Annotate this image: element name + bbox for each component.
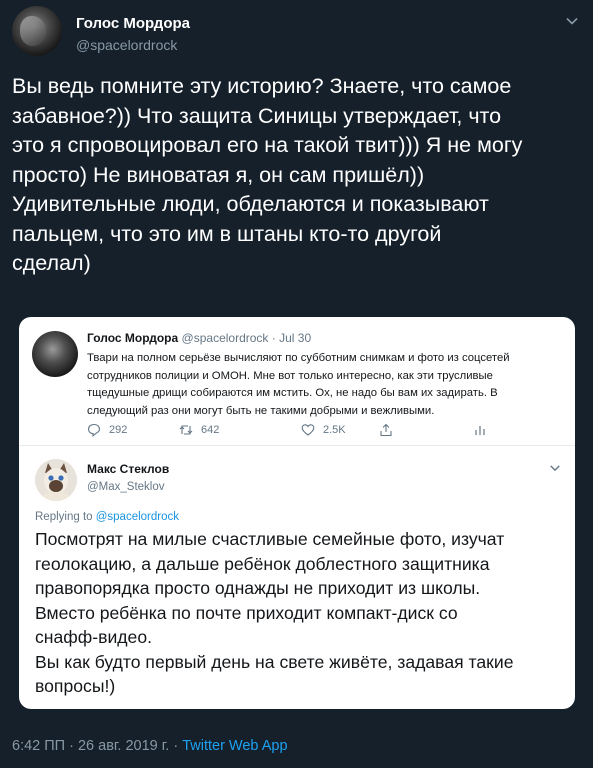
share-button[interactable] (379, 423, 393, 437)
chevron-down-icon[interactable] (565, 14, 579, 28)
author-handle[interactable]: @spacelordrock (76, 37, 177, 53)
tweet-header: Голос Мордора @spacelordrock (12, 6, 581, 62)
like-count: 2.5K (323, 424, 346, 436)
quoted-author-meta: @spacelordrock · Jul 30 (181, 331, 312, 345)
quoted-tweet-text: Твари на полном серьёзе вычисляют по суб… (87, 352, 510, 417)
analytics-button[interactable] (473, 423, 487, 437)
tweet-timestamp[interactable]: 6:42 ПП · 26 авг. 2019 г. · (12, 738, 182, 754)
tweet-footer-meta: 6:42 ПП · 26 авг. 2019 г. · Twitter Web … (12, 738, 288, 754)
share-icon (380, 423, 392, 437)
replying-prefix: Replying to (35, 511, 96, 523)
reply-author-name[interactable]: Макс Стеклов (87, 462, 169, 476)
avatar[interactable] (12, 6, 62, 56)
tweet-text: Вы ведь помните эту историю? Знаете, что… (12, 74, 523, 275)
replying-to: Replying to @spacelordrock (35, 511, 179, 523)
reply-icon (87, 423, 101, 437)
tweet-source-link[interactable]: Twitter Web App (182, 738, 287, 754)
author-name[interactable]: Голос Мордора (76, 15, 190, 32)
quoted-author[interactable]: Голос Мордора @spacelordrock · Jul 30 (87, 331, 311, 345)
like-button[interactable]: 2.5K (301, 423, 346, 437)
tweet-actions: 292 642 2.5K (87, 423, 507, 439)
avatar[interactable] (35, 459, 77, 501)
avatar[interactable] (32, 331, 78, 377)
quoted-original-tweet[interactable]: Голос Мордора @spacelordrock · Jul 30 Тв… (19, 317, 575, 446)
quoted-author-name: Голос Мордора (87, 331, 179, 345)
cat-avatar-image (35, 459, 77, 501)
reply-button[interactable]: 292 (87, 423, 127, 437)
retweet-icon (179, 425, 193, 435)
analytics-icon (475, 426, 485, 435)
retweet-button[interactable]: 642 (179, 423, 219, 437)
replying-to-link[interactable]: @spacelordrock (96, 511, 179, 523)
chevron-down-icon[interactable] (549, 462, 561, 474)
retweet-count: 642 (201, 424, 220, 436)
reply-author-handle[interactable]: @Max_Steklov (87, 481, 165, 493)
quoted-tweet-card[interactable]: Голос Мордора @spacelordrock · Jul 30 Тв… (19, 317, 575, 709)
reply-count: 292 (109, 424, 128, 436)
like-icon (301, 424, 315, 436)
reply-tweet-text: Посмотрят на милые счастливые семейные ф… (35, 529, 514, 696)
